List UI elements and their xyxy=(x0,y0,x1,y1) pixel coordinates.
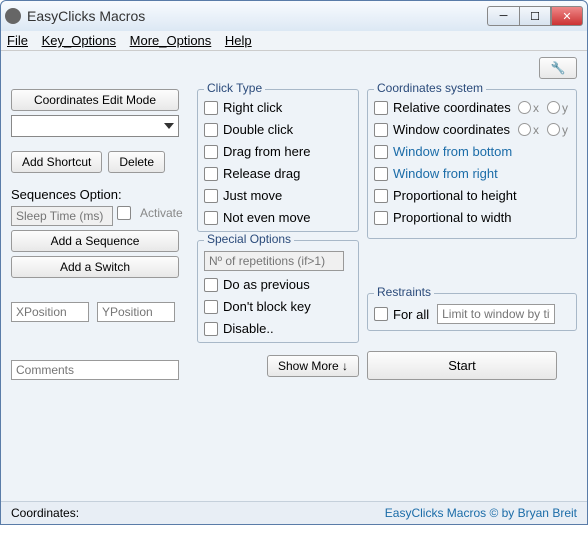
coordinates-system-title: Coordinates system xyxy=(374,81,486,95)
macro-select[interactable] xyxy=(11,115,179,137)
minimize-button[interactable]: ─ xyxy=(487,6,519,26)
titlebar[interactable]: EasyClicks Macros ─ ☐ ✕ xyxy=(1,1,587,31)
window-title: EasyClicks Macros xyxy=(27,8,487,24)
right-click-label: Right click xyxy=(223,100,282,115)
menu-more-options[interactable]: More_Options xyxy=(130,33,212,48)
window-bottom-checkbox[interactable] xyxy=(374,145,388,159)
gear-icon: 🔧 xyxy=(550,61,566,73)
app-icon xyxy=(5,8,21,24)
relative-coord-checkbox[interactable] xyxy=(374,101,388,115)
add-shortcut-button[interactable]: Add Shortcut xyxy=(11,151,102,173)
yposition-input[interactable] xyxy=(97,302,175,322)
click-type-group: Click Type Right click Double click Drag… xyxy=(197,89,359,232)
window-right-checkbox[interactable] xyxy=(374,167,388,181)
x-label: x xyxy=(533,101,539,115)
double-click-checkbox[interactable] xyxy=(204,123,218,137)
menu-file[interactable]: File xyxy=(7,33,28,48)
prop-width-label: Proportional to width xyxy=(393,210,512,225)
x-label-2: x xyxy=(533,123,539,137)
just-move-label: Just move xyxy=(223,188,282,203)
prop-height-checkbox[interactable] xyxy=(374,189,388,203)
for-all-label: For all xyxy=(393,307,429,322)
right-click-checkbox[interactable] xyxy=(204,101,218,115)
limit-window-input[interactable] xyxy=(437,304,555,324)
credits-label: EasyClicks Macros © by Bryan Breit xyxy=(385,506,577,520)
xposition-input[interactable] xyxy=(11,302,89,322)
activate-label: Activate xyxy=(140,206,183,226)
add-switch-button[interactable]: Add a Switch xyxy=(11,256,179,278)
coordinates-status: Coordinates: xyxy=(11,506,79,520)
drag-from-label: Drag from here xyxy=(223,144,310,159)
sleep-time-input[interactable] xyxy=(11,206,113,226)
coordinates-edit-mode-button[interactable]: Coordinates Edit Mode xyxy=(11,89,179,111)
prop-height-label: Proportional to height xyxy=(393,188,517,203)
window-right-label: Window from right xyxy=(393,166,498,181)
menu-key-options[interactable]: Key_Options xyxy=(42,33,116,48)
start-button[interactable]: Start xyxy=(367,351,557,380)
disable-checkbox[interactable] xyxy=(204,322,218,336)
click-type-title: Click Type xyxy=(204,81,265,95)
window-x-radio[interactable] xyxy=(518,123,531,136)
show-more-button[interactable]: Show More ↓ xyxy=(267,355,359,377)
repetitions-input[interactable] xyxy=(204,251,344,271)
drag-from-checkbox[interactable] xyxy=(204,145,218,159)
release-drag-checkbox[interactable] xyxy=(204,167,218,181)
restraints-group: Restraints For all xyxy=(367,293,577,331)
maximize-button[interactable]: ☐ xyxy=(519,6,551,26)
relative-coord-label: Relative coordinates xyxy=(393,100,512,115)
prop-width-checkbox[interactable] xyxy=(374,211,388,225)
disable-label: Disable.. xyxy=(223,321,274,336)
double-click-label: Double click xyxy=(223,122,293,137)
coordinates-system-group: Coordinates system Relative coordinatesx… xyxy=(367,89,577,239)
special-options-group: Special Options Do as previous Don't blo… xyxy=(197,240,359,343)
dont-block-checkbox[interactable] xyxy=(204,300,218,314)
menubar: File Key_Options More_Options Help xyxy=(1,31,587,51)
add-sequence-button[interactable]: Add a Sequence xyxy=(11,230,179,252)
activate-checkbox[interactable] xyxy=(117,206,131,220)
menu-help[interactable]: Help xyxy=(225,33,252,48)
special-options-title: Special Options xyxy=(204,232,294,246)
restraints-title: Restraints xyxy=(374,285,434,299)
chevron-down-icon xyxy=(164,123,174,129)
not-move-checkbox[interactable] xyxy=(204,211,218,225)
not-move-label: Not even move xyxy=(223,210,310,225)
sequences-option-label: Sequences Option: xyxy=(11,187,189,202)
window-coord-label: Window coordinates xyxy=(393,122,512,137)
y-label-2: y xyxy=(562,123,568,137)
delete-button[interactable]: Delete xyxy=(108,151,165,173)
window-coord-checkbox[interactable] xyxy=(374,123,388,137)
y-label: y xyxy=(562,101,568,115)
window-bottom-label: Window from bottom xyxy=(393,144,512,159)
window-y-radio[interactable] xyxy=(547,123,560,136)
tool-button[interactable]: 🔧 xyxy=(539,57,577,79)
do-previous-label: Do as previous xyxy=(223,277,310,292)
relative-y-radio[interactable] xyxy=(547,101,560,114)
just-move-checkbox[interactable] xyxy=(204,189,218,203)
do-previous-checkbox[interactable] xyxy=(204,278,218,292)
comments-input[interactable] xyxy=(11,360,179,380)
dont-block-label: Don't block key xyxy=(223,299,311,314)
relative-x-radio[interactable] xyxy=(518,101,531,114)
for-all-checkbox[interactable] xyxy=(374,307,388,321)
close-button[interactable]: ✕ xyxy=(551,6,583,26)
release-drag-label: Release drag xyxy=(223,166,300,181)
